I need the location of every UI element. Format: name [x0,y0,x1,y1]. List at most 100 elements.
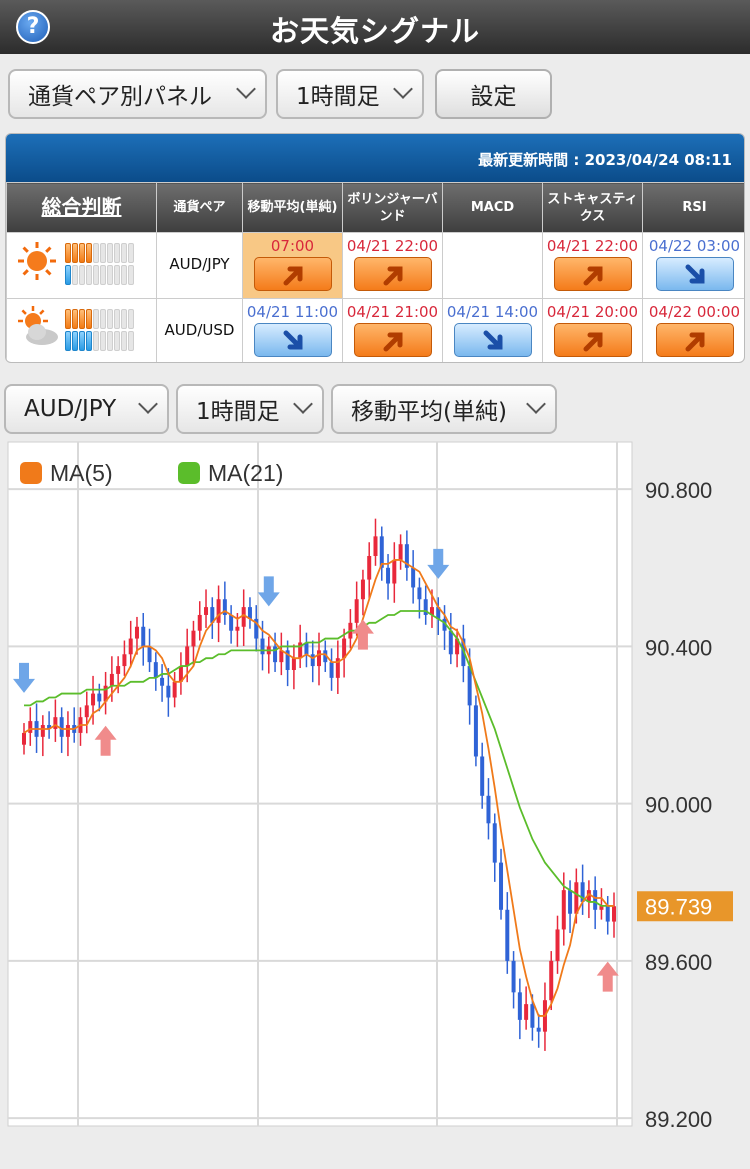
sunny-icon [15,242,59,287]
candle-body [97,693,102,702]
signal-time: 04/21 11:00 [246,303,339,321]
settings-button[interactable]: 設定 [435,69,552,119]
up-arrow-button[interactable] [553,257,632,291]
col-header-bollinger-band: ボリンジャーバンド [342,182,443,233]
down-arrow-button[interactable] [253,323,332,357]
panel-mode-select[interactable]: 通貨ペア別パネル [8,69,267,119]
up-arrow-button[interactable] [253,257,332,291]
pair-label: AUD/JPY [156,232,243,299]
candle-body [260,638,265,655]
moving-average-signal-cell[interactable]: 04/21 11:00 [242,298,343,362]
y-tick-label: 89.200 [645,1107,712,1132]
candle-body [91,693,96,706]
candle-body [536,1027,541,1032]
rsi-signal-cell[interactable]: 04/22 03:00 [642,232,744,299]
moving-average-signal-cell[interactable]: 07:00 [242,232,343,299]
bollinger-band-signal-cell[interactable]: 04/21 21:00 [342,298,443,362]
candle-body [612,906,616,922]
signal-time: 04/21 22:00 [546,237,639,255]
price-chart[interactable]: 90.800 90.400 90.000 89.600 89.200 MA(5) MA(21… [0,436,750,1165]
strength-meter [65,309,134,353]
candle-body [109,673,114,686]
partly-cloudy-icon [15,306,61,353]
candle-body [411,567,416,588]
signal-row: AUD/JPY 07:00 04/21 22:00 04/21 22:00 04/22 … [6,232,744,299]
candle-body [386,567,391,584]
candle-body [134,626,139,639]
chevron-down-icon [526,394,546,414]
candle-body [229,614,234,631]
down-arrow-button[interactable] [453,323,532,357]
pair-label: AUD/USD [156,298,243,362]
candle-body [568,890,573,914]
page-title: お天気シグナル [269,14,480,48]
candle-body [22,732,26,745]
stochastics-signal-cell[interactable]: 04/21 22:00 [542,232,643,299]
up-arrow-button[interactable] [553,323,632,357]
candle-body [172,681,177,698]
macd-signal-cell[interactable]: 04/21 14:00 [442,298,543,362]
signal-time: 04/21 22:00 [346,237,439,255]
candle-body [116,666,121,674]
overall-judgement-cell[interactable] [6,298,157,362]
candle-body [480,756,485,796]
legend-swatch [20,462,42,484]
col-header-stochastics: ストキャスティクス [542,182,643,233]
candle-body [204,607,209,615]
candle-body [84,705,89,718]
candle-body [373,536,378,556]
signal-time: 04/21 21:00 [346,303,439,321]
bollinger-band-signal-cell[interactable]: 04/21 22:00 [342,232,443,299]
macd-signal-cell [442,232,543,299]
candle-body [524,1004,529,1020]
y-tick-label: 90.000 [645,793,712,818]
col-header-moving-average: 移動平均(単純) [242,182,343,233]
signal-row: AUD/USD 04/21 11:00 04/21 21:00 04/21 14:00… [6,298,744,362]
col-header-overall-judgement: 総合判断 [6,182,157,233]
chart-indicator-select[interactable]: 移動平均(単純) [331,384,557,434]
up-arrow-button[interactable] [353,257,432,291]
legend-label: MA(5) [50,460,113,486]
col-header-currency-pair: 通貨ペア [156,182,243,233]
signal-time: 07:00 [270,237,315,255]
up-arrow-button[interactable] [655,323,734,357]
candle-body [354,599,359,623]
stochastics-signal-cell[interactable]: 04/21 20:00 [542,298,643,362]
candle-body [517,992,522,1020]
timeframe-select[interactable]: 1時間足 [276,69,424,119]
up-arrow-button[interactable] [353,323,432,357]
rsi-signal-cell[interactable]: 04/22 00:00 [642,298,744,362]
candle-body [417,587,422,600]
down-arrow-button[interactable] [655,257,734,291]
chart-timeframe-select[interactable]: 1時間足 [176,384,324,434]
candle-body [147,646,152,663]
candle-body [398,544,403,560]
signal-time: 04/22 00:00 [648,303,741,321]
candle-body [185,646,190,667]
signal-panel: 最新更新時間 : 2023/04/24 08:11 総合判断 通貨ペア 移動平均(単… [5,133,745,363]
signal-time: 04/22 03:00 [648,237,741,255]
panel-mode-select-label: 通貨ペア別パネル [28,84,212,110]
signal-time: 04/21 20:00 [546,303,639,321]
overall-judgement-cell[interactable] [6,232,157,299]
chart-timeframe-select-label: 1時間足 [196,399,280,425]
candle-body [317,650,321,667]
candle-body [473,705,478,757]
chevron-down-icon [138,394,158,414]
chart-pair-select[interactable]: AUD/JPY [4,384,169,434]
col-header-rsi: RSI [642,182,744,233]
price-chart-svg: 90.800 90.400 90.000 89.600 89.200 MA(5) MA(21… [7,441,733,1132]
signal-time: 04/21 14:00 [446,303,539,321]
strength-meter [65,243,134,287]
candle-body [235,626,240,631]
candle-body [122,654,127,667]
candle-body [574,882,579,914]
legend-label: MA(21) [208,460,283,486]
candle-body [329,662,334,678]
last-updated-label: 最新更新時間 : 2023/04/24 08:11 [6,134,744,182]
candle-body [160,677,165,686]
chevron-down-icon [236,79,256,99]
candle-body [197,614,202,631]
candle-body [486,795,491,824]
title-bar: ? お天気シグナル [0,0,750,54]
